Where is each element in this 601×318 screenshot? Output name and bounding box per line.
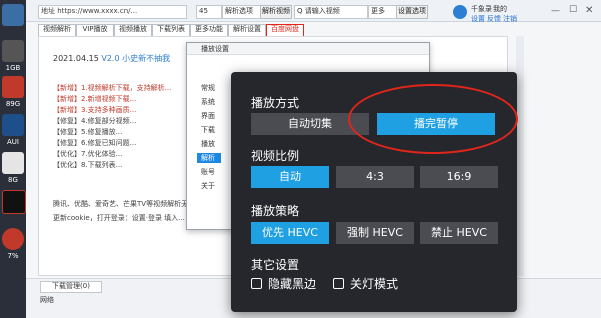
changelog-note: 更新cookie，打开登录：设置·登录 填入... [53,214,185,222]
downloads-button[interactable]: 下载管理(0) [40,281,102,293]
more-select[interactable]: 更多 [368,5,398,19]
desktop-label: 89G [5,100,21,108]
lights-off-checkbox[interactable] [333,278,344,289]
network-status: 网络 [40,296,54,304]
changelog-item: 【优化】7.优化体验... [53,150,123,158]
parse-video-button[interactable]: 解析视频 [260,5,292,19]
app-icon[interactable] [2,4,24,26]
url-input[interactable]: 地址 https://www.xxxx.cn/... [38,5,187,19]
user-link-settings[interactable]: 设置 [471,14,485,24]
tab-bar: 视频解析 VIP播放 视频播放 下载列表 更多功能 解析设置 百度网盘 [38,24,308,37]
user-name: 千象录 [471,5,492,13]
search-input[interactable]: Q 请输入视频 [294,5,368,19]
section-title-other-settings: 其它设置 [251,258,300,272]
close-icon[interactable]: ✕ [585,5,593,16]
disable-hevc-button[interactable]: 禁止 HEVC [420,222,498,244]
changelog-item: 【修复】6.修复已知问题... [53,139,137,147]
changelog-item: 【新增】3.支持多种画质... [53,106,137,114]
maximize-icon[interactable]: ☐ [569,5,577,15]
user-link-feedback[interactable]: 反馈 [487,14,501,24]
ratio-auto-button[interactable]: 自动 [251,166,329,188]
settings-nav-item[interactable]: 常规 [201,83,215,93]
settings-dialog-title: 播放设置 [187,43,429,55]
desktop-label: 8G [8,176,18,184]
settings-nav-item[interactable]: 关于 [201,181,215,191]
settings-button[interactable]: 设置选项 [396,5,428,19]
app-icon[interactable] [2,190,26,214]
annotation-circle [348,84,518,154]
ratio-4-3-button[interactable]: 4:3 [336,166,414,188]
settings-nav-item[interactable]: 播放 [201,139,215,149]
settings-nav-item[interactable]: 下载 [201,125,215,135]
avatar[interactable] [453,5,467,19]
changelog-version: V2.0 小史新不抽我 [101,54,171,63]
changelog-item: 【新增】1.视频解析下载，支持解析... [53,84,172,92]
hide-black-border-label: 隐藏黑边 [268,277,317,291]
lights-off-label: 关灯模式 [350,277,399,291]
app-icon[interactable] [2,114,24,136]
toolbar: 地址 https://www.xxxx.cn/... 45 解析选项 解析视频 … [26,0,601,24]
user-link-logout[interactable]: 注销 [503,14,517,24]
user-area: 千象录 我的 设置 反馈 注销 — ☐ ✕ [451,2,601,24]
changelog-item: 【优化】8.下载列表... [53,161,123,169]
minimize-icon[interactable]: — [551,6,560,16]
changelog-item: 【新增】2.新增视频下载... [53,95,137,103]
parse-option-select[interactable]: 解析选项 [222,5,262,19]
settings-nav-item[interactable]: 系统 [201,97,215,107]
force-hevc-button[interactable]: 强制 HEVC [336,222,414,244]
desktop-icon-strip: 1GB 89G AUI 8G 7% [0,0,26,318]
changelog-item: 【修复】4.修复部分视频... [53,117,137,125]
settings-nav-item-selected[interactable]: 解析 [197,153,221,163]
app-icon[interactable] [2,228,24,250]
section-title-aspect-ratio: 视频比例 [251,149,300,163]
hide-black-border-checkbox[interactable] [251,278,262,289]
prefer-hevc-button[interactable]: 优先 HEVC [251,222,329,244]
desktop-label: AUI [7,138,19,146]
changelog-item: 【修复】5.修复播放... [53,128,123,136]
zoom-select[interactable]: 45 [196,5,222,19]
section-title-play-strategy: 播放策略 [251,204,300,218]
app-icon[interactable] [2,76,24,98]
desktop-label: 1GB [5,64,21,72]
app-icon[interactable] [2,152,24,174]
drive-icon[interactable] [2,40,24,62]
desktop-label: 7% [7,252,19,260]
user-status: 我的 [493,5,507,13]
settings-nav-item[interactable]: 账号 [201,167,215,177]
section-title-play-mode: 播放方式 [251,96,300,110]
ratio-16-9-button[interactable]: 16:9 [420,166,498,188]
changelog-date: 2021.04.15 [53,54,99,63]
settings-nav-item[interactable]: 界面 [201,111,215,121]
scrollbar[interactable] [516,36,524,276]
